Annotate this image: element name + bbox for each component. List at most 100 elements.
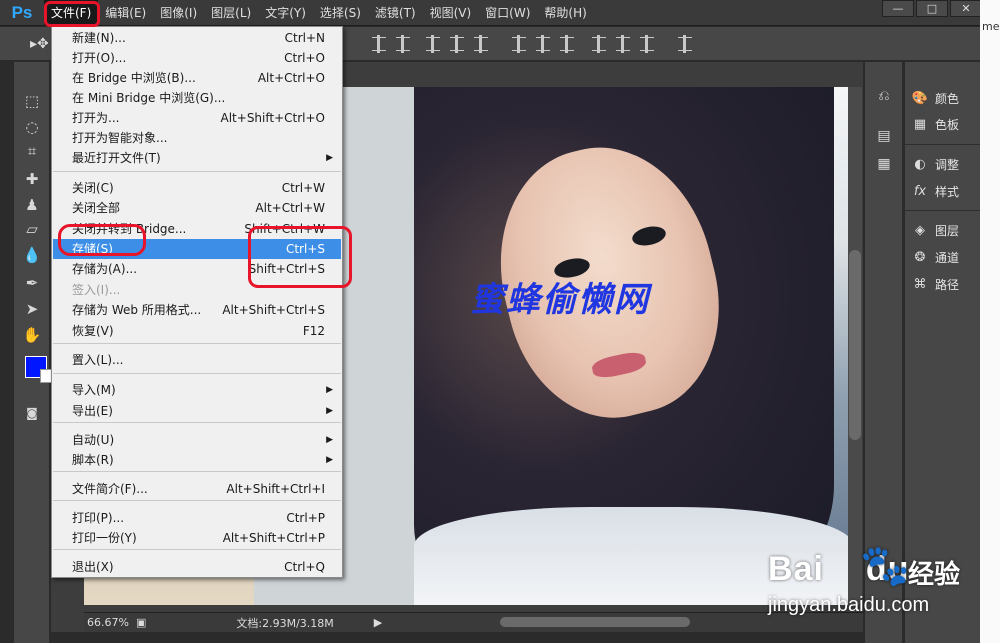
submenu-arrow-icon: ▶ xyxy=(326,153,333,163)
horizontal-scroll-thumb[interactable] xyxy=(500,617,690,627)
properties-icon[interactable]: ▤ xyxy=(876,128,892,144)
marquee-tool-icon[interactable]: ⬚ xyxy=(22,92,42,110)
file-menu-item[interactable]: 存储为 Web 所用格式... Alt+Shift+Ctrl+S xyxy=(53,300,341,320)
panel-styles[interactable]: fx 样式 xyxy=(911,181,981,201)
stamp-tool-icon[interactable]: ♟ xyxy=(22,196,42,214)
adjustments-icon: ◐ xyxy=(914,156,926,172)
panel-adjustments-label: 调整 xyxy=(935,157,960,172)
status-bar: 66.67% ▣ 文档:2.93M/3.18M ▶ xyxy=(84,612,863,632)
distribute-bottom-icon[interactable] xyxy=(560,35,574,53)
file-menu-item[interactable]: 脚本(R) ▶ xyxy=(53,450,341,470)
align-bottom-icon[interactable] xyxy=(426,35,440,53)
panel-channels[interactable]: ❂ 通道 xyxy=(911,247,981,267)
file-menu-item[interactable]: 导入(M) ▶ xyxy=(53,380,341,400)
menu-window[interactable]: 窗口(W) xyxy=(478,0,537,26)
annotation-save-item xyxy=(58,224,146,256)
file-menu-item[interactable]: 导出(E) ▶ xyxy=(53,401,341,421)
auto-align-icon[interactable] xyxy=(678,35,692,53)
menu-item-label: 存储为 Web 所用格式... xyxy=(72,303,202,317)
file-menu-item[interactable]: 打开为... Alt+Shift+Ctrl+O xyxy=(53,108,341,128)
menu-image[interactable]: 图像(I) xyxy=(153,0,204,26)
menu-item-shortcut: Alt+Ctrl+O xyxy=(257,71,325,85)
annotation-save-shortcuts xyxy=(248,226,352,288)
file-menu-item[interactable]: 自动(U) ▶ xyxy=(53,430,341,450)
distribute-right-icon[interactable] xyxy=(640,35,654,53)
panel-layers-label: 图层 xyxy=(935,223,960,238)
crop-tool-icon[interactable]: ⌗ xyxy=(22,142,42,160)
file-menu-item[interactable]: 文件简介(F)... Alt+Shift+Ctrl+I xyxy=(53,479,341,499)
maximize-button[interactable]: □ xyxy=(916,0,948,17)
vertical-scroll-thumb[interactable] xyxy=(849,250,861,440)
file-menu-item[interactable]: 在 Mini Bridge 中浏览(G)... xyxy=(53,88,341,108)
menu-type[interactable]: 文字(Y) xyxy=(258,0,313,26)
blur-tool-icon[interactable]: 💧 xyxy=(22,246,42,264)
layers-icon: ◈ xyxy=(915,222,925,238)
panel-swatches[interactable]: ▦ 色板 xyxy=(911,114,981,134)
menu-separator xyxy=(53,373,341,374)
menu-select[interactable]: 选择(S) xyxy=(313,0,368,26)
swatches-icon: ▦ xyxy=(913,116,927,132)
minimize-button[interactable]: — xyxy=(882,0,914,17)
zoom-level[interactable]: 66.67% xyxy=(84,616,134,629)
menu-item-shortcut: Ctrl+P xyxy=(286,511,325,525)
menu-item-label: 脚本(R) xyxy=(72,453,114,467)
menu-filter[interactable]: 滤镜(T) xyxy=(368,0,423,26)
lasso-tool-icon[interactable]: ◌ xyxy=(22,118,42,136)
file-menu-item[interactable]: 关闭(C) Ctrl+W xyxy=(53,178,341,198)
distribute-top-icon[interactable] xyxy=(512,35,526,53)
submenu-arrow-icon: ▶ xyxy=(326,435,333,445)
move-tool-icon[interactable]: ▸✥ xyxy=(30,36,49,52)
file-menu-item[interactable]: 打开(O)... Ctrl+O xyxy=(53,48,341,68)
status-info-icon[interactable]: ▣ xyxy=(136,616,146,629)
menu-item-label: 打开(O)... xyxy=(72,51,127,65)
file-menu-item[interactable]: 关闭全部 Alt+Ctrl+W xyxy=(53,198,341,218)
menu-item-shortcut: F12 xyxy=(302,324,325,338)
menu-item-label: 文件简介(F)... xyxy=(72,482,148,496)
align-left-icon[interactable] xyxy=(450,35,464,53)
file-menu-item[interactable]: 最近打开文件(T) ▶ xyxy=(53,148,341,168)
panel-color[interactable]: 🎨 颜色 xyxy=(911,88,981,108)
align-hcenter-icon[interactable] xyxy=(474,35,488,53)
align-vcenter-icon[interactable] xyxy=(396,35,410,53)
submenu-arrow-icon: ▶ xyxy=(326,385,333,395)
menu-item-label: 在 Mini Bridge 中浏览(G)... xyxy=(72,91,226,105)
file-menu-item[interactable]: 置入(L)... xyxy=(53,350,341,370)
distribute-hcenter-icon[interactable] xyxy=(616,35,630,53)
panel-paths[interactable]: ⌘ 路径 xyxy=(911,274,981,294)
quick-mask-icon[interactable]: ◙ xyxy=(22,404,42,422)
pen-tool-icon[interactable]: ✒ xyxy=(22,274,42,292)
menu-item-shortcut: Alt+Ctrl+W xyxy=(255,201,325,215)
panel-layers[interactable]: ◈ 图层 xyxy=(911,220,981,240)
align-top-icon[interactable] xyxy=(372,35,386,53)
menu-item-shortcut: Alt+Shift+Ctrl+I xyxy=(226,482,325,496)
status-arrow-icon[interactable]: ▶ xyxy=(374,616,382,629)
file-menu-item[interactable]: 打印(P)... Ctrl+P xyxy=(53,508,341,528)
document-size: 文档:2.93M/3.18M xyxy=(236,616,334,630)
background-page-edge xyxy=(980,0,1000,643)
eraser-tool-icon[interactable]: ▱ xyxy=(22,220,42,238)
menu-separator xyxy=(53,343,341,344)
close-button[interactable]: ✕ xyxy=(950,0,982,17)
notes-icon[interactable]: ▦ xyxy=(876,156,892,172)
panel-adjustments[interactable]: ◐ 调整 xyxy=(911,154,981,174)
tools-panel: ⬚ ◌ ⌗ ✚ ♟ ▱ 💧 ✒ ➤ ✋ ◙ xyxy=(14,62,54,643)
menu-layer[interactable]: 图层(L) xyxy=(204,0,258,26)
hand-tool-icon[interactable]: ✋ xyxy=(22,326,42,344)
file-menu-item[interactable]: 新建(N)... Ctrl+N xyxy=(53,28,341,48)
healing-brush-icon[interactable]: ✚ xyxy=(22,170,42,188)
file-menu-item[interactable]: 在 Bridge 中浏览(B)... Alt+Ctrl+O xyxy=(53,68,341,88)
file-menu-item[interactable]: 打印一份(Y) Alt+Shift+Ctrl+P xyxy=(53,528,341,548)
file-menu-item[interactable]: 打开为智能对象... xyxy=(53,128,341,148)
panel-channels-label: 通道 xyxy=(935,250,960,265)
path-select-tool-icon[interactable]: ➤ xyxy=(22,300,42,318)
baidu-logo-part1: Bai xyxy=(768,550,824,588)
menu-edit[interactable]: 编辑(E) xyxy=(98,0,153,26)
menu-help[interactable]: 帮助(H) xyxy=(537,0,593,26)
distribute-vcenter-icon[interactable] xyxy=(536,35,550,53)
menu-item-label: 恢复(V) xyxy=(72,324,114,338)
menu-view[interactable]: 视图(V) xyxy=(423,0,479,26)
file-menu-item[interactable]: 恢复(V) F12 xyxy=(53,321,341,341)
distribute-left-icon[interactable] xyxy=(592,35,606,53)
file-menu-item[interactable]: 退出(X) Ctrl+Q xyxy=(53,557,341,577)
history-icon[interactable]: ⎌ xyxy=(876,88,892,104)
